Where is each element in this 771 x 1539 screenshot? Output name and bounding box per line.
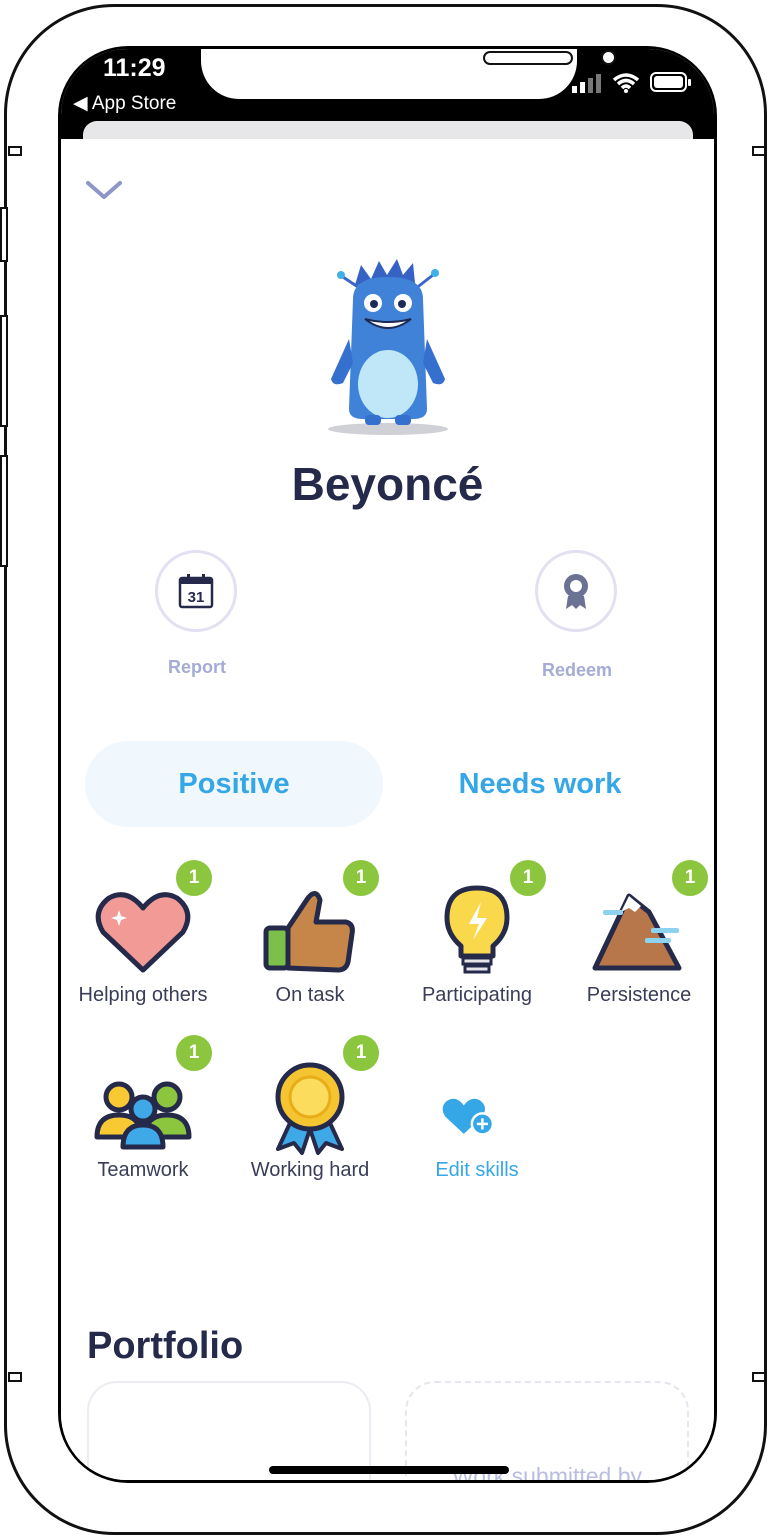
tab-needs-work[interactable]: Needs work: [391, 741, 689, 827]
chevron-down-icon[interactable]: [85, 179, 123, 203]
skill-label: Helping others: [78, 984, 208, 1006]
portfolio-title: Portfolio: [87, 1325, 244, 1367]
award-ribbon-icon: [564, 574, 588, 609]
skill-count-badge: 1: [669, 857, 711, 899]
status-icons: [572, 71, 692, 93]
skill-teamwork[interactable]: 1 Teamwork: [61, 1027, 225, 1187]
skill-count-badge: 1: [340, 1032, 382, 1074]
back-to-app-store-link[interactable]: ◀ App Store: [73, 92, 176, 115]
phone-volume-up-button: [0, 315, 8, 427]
status-bar: 11:29 ◀ App Store: [61, 49, 714, 161]
phone-edge-tick: [8, 1372, 22, 1382]
calendar-day: 31: [188, 589, 205, 606]
mountain-icon: [592, 893, 682, 971]
skill-count-badge: 1: [173, 857, 215, 899]
phone-edge-tick: [752, 146, 766, 156]
heart-plus-icon: [442, 1098, 495, 1136]
status-time: 11:29: [103, 54, 166, 82]
skill-label: On task: [275, 984, 345, 1006]
skill-count-badge: 1: [173, 1032, 215, 1074]
report-button[interactable]: 31: [155, 550, 237, 632]
skill-helping-others[interactable]: 1 Helping others: [61, 852, 225, 1012]
thumbs-up-icon: [263, 891, 355, 973]
lightbulb-icon: [444, 885, 510, 974]
edit-skills-label: Edit skills: [435, 1159, 519, 1181]
wifi-icon: [612, 73, 640, 93]
skill-count-badge: 1: [340, 857, 382, 899]
tab-positive[interactable]: Positive: [85, 741, 383, 827]
skill-label: Working hard: [250, 1159, 370, 1181]
home-indicator[interactable]: [269, 1466, 509, 1474]
people-icon: [94, 1081, 192, 1150]
skill-persistence[interactable]: 1 Persistence: [557, 852, 714, 1012]
heart-icon: [95, 892, 191, 973]
phone-edge-tick: [752, 1372, 766, 1382]
skill-label: Participating: [421, 984, 533, 1006]
skill-count-badge: 1: [507, 857, 549, 899]
monster-avatar: [328, 259, 448, 435]
skill-on-task[interactable]: 1 On task: [228, 852, 392, 1012]
student-sheet: Beyoncé 31 Report Redeem Positive Needs …: [61, 139, 714, 1480]
edit-skills-button[interactable]: Edit skills: [395, 1027, 559, 1187]
screen: 11:29 ◀ App Store Beyoncé 31 Report Rede…: [61, 49, 714, 1480]
skill-working-hard[interactable]: 1 Working hard: [228, 1027, 392, 1187]
skill-label: Teamwork: [97, 1159, 189, 1181]
cellular-signal-icon: [572, 74, 601, 93]
medal-icon: [275, 1062, 345, 1155]
skill-participating[interactable]: 1 Participating: [395, 852, 559, 1012]
battery-icon: [650, 72, 691, 92]
student-name: Beyoncé: [291, 458, 484, 510]
phone-volume-down-button: [0, 455, 8, 567]
speaker-grille: [483, 51, 573, 65]
phone-edge-tick: [8, 146, 22, 156]
calendar-icon: 31: [178, 574, 214, 609]
skill-label: Persistence: [586, 984, 692, 1006]
redeem-button[interactable]: [535, 550, 617, 632]
report-label: Report: [168, 657, 226, 677]
redeem-label: Redeem: [541, 660, 613, 680]
front-camera: [601, 50, 616, 65]
notch: [201, 49, 616, 99]
phone-side-button: [0, 207, 8, 262]
